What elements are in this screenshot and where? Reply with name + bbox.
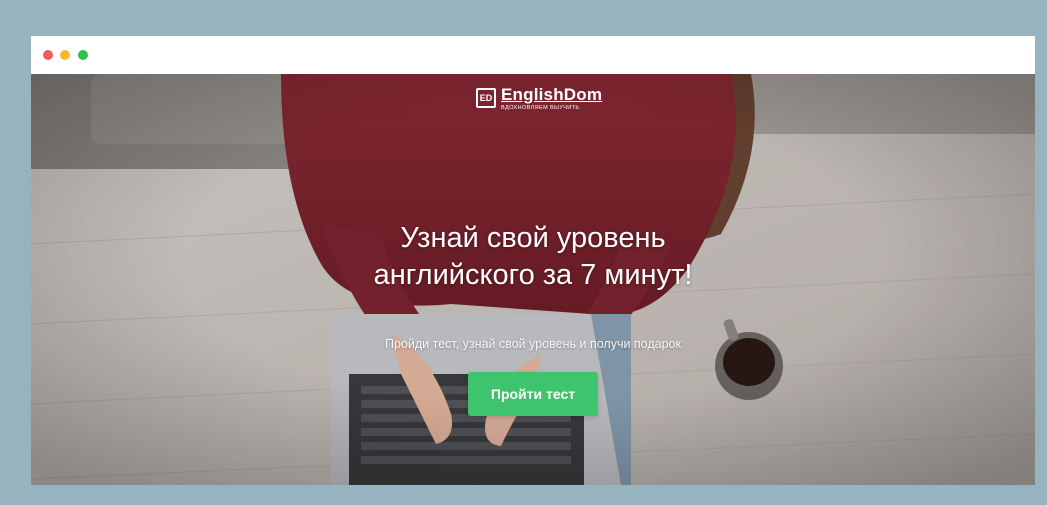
minimize-dot-icon[interactable] — [60, 50, 70, 60]
take-test-button[interactable]: Пройти тест — [468, 372, 598, 416]
window-titlebar — [31, 36, 1035, 74]
hero-headline-line-2: английского за 7 минут! — [373, 259, 693, 291]
hero-headline-line-1: Узнай свой уровень — [400, 222, 666, 254]
close-dot-icon[interactable] — [43, 50, 53, 60]
hero-section: ED EnglishDom вдохновляем выучить Узнай … — [31, 74, 1035, 485]
brand-name: EnglishDom — [501, 85, 603, 104]
maximize-dot-icon[interactable] — [78, 50, 88, 60]
hero-headline: Узнай свой уровень английского за 7 мину… — [231, 220, 835, 294]
brand-mark-icon: ED — [476, 88, 496, 108]
browser-window: ED EnglishDom вдохновляем выучить Узнай … — [31, 36, 1035, 485]
hero-subline: Пройди тест, узнай свой уровень и получи… — [385, 337, 681, 351]
brand-tagline: вдохновляем выучить — [501, 105, 580, 111]
